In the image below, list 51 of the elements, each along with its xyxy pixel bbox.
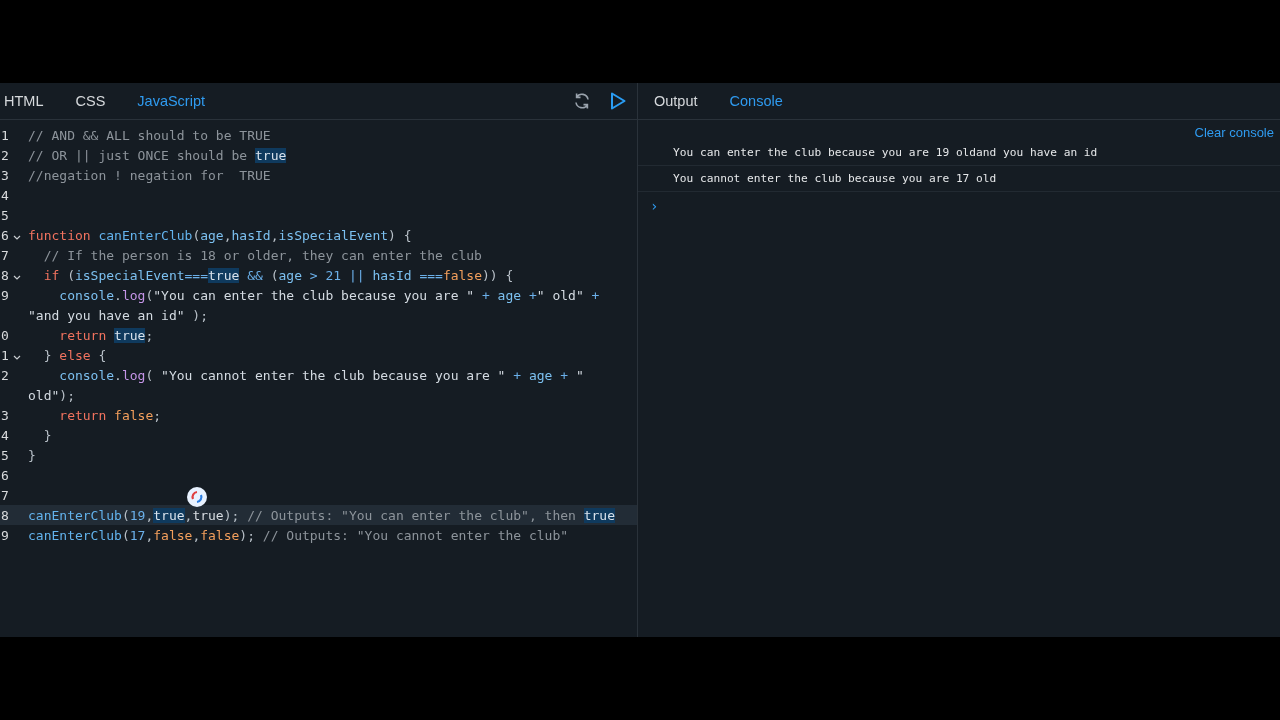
chevron-down-icon[interactable]	[13, 235, 21, 240]
line-number: 7	[0, 247, 10, 263]
code-line: return false;	[58, 407, 162, 423]
code-line: return true;	[58, 327, 154, 343]
line-number: 4	[0, 427, 10, 443]
line-number: 7	[0, 487, 10, 503]
chevron-down-icon[interactable]	[13, 355, 21, 360]
line-number: 8	[0, 507, 10, 523]
editor-tab[interactable]: JavaScript	[133, 93, 221, 109]
code-line: console.log("You can enter the club because you are " + age +" old" +	[58, 287, 600, 303]
line-number: 4	[0, 187, 10, 203]
code-line: } else {	[42, 347, 107, 363]
line-number: 1	[0, 347, 10, 363]
code-line: old");	[28, 387, 75, 403]
line-number: 3	[0, 407, 10, 423]
line-number: 9	[0, 287, 10, 303]
editor-tab[interactable]: HTML	[0, 93, 60, 109]
console-prompt[interactable]: ›	[650, 198, 659, 214]
line-number: 3	[0, 167, 10, 183]
line-number: 5	[0, 447, 10, 463]
console-message: You cannot enter the club because you are 17 old	[673, 172, 997, 185]
line-number: 1	[0, 127, 10, 143]
code-line: function canEnterClub(age,hasId,isSpecialEvent) {	[28, 227, 412, 243]
line-number: 5	[0, 207, 10, 223]
code-line: canEnterClub(19,true,true); // Outputs: "You can enter the club", then true	[28, 507, 616, 523]
code-line: canEnterClub(17,false,false); // Outputs: "You cannot enter the club"	[28, 527, 569, 543]
code-line: // If the person is 18 or older, they can enter the club	[42, 247, 482, 263]
preview-tab[interactable]: Console	[713, 93, 799, 109]
line-number: 2	[0, 367, 10, 383]
code-line: "and you have an id" );	[28, 307, 209, 323]
code-line: //negation ! negation for TRUE	[28, 167, 271, 183]
code-line: console.log( "You cannot enter the club because you are " + age + "	[58, 367, 584, 383]
editor-tab[interactable]: CSS	[71, 93, 122, 109]
clear-console-button[interactable]: Clear console	[1194, 125, 1274, 140]
line-number: 0	[0, 327, 10, 343]
code-line: }	[28, 447, 36, 463]
line-number: 2	[0, 147, 10, 163]
refresh-icon[interactable]	[572, 91, 592, 111]
code-line: }	[42, 427, 52, 443]
play-icon[interactable]	[610, 92, 626, 110]
line-number: 6	[0, 227, 10, 243]
line-number: 8	[0, 267, 10, 283]
preview-tab[interactable]: Output	[638, 93, 714, 109]
line-number: 9	[0, 527, 10, 543]
code-line: if (isSpecialEvent===true && (age > 21 || hasId ===false)) {	[42, 267, 514, 283]
chevron-down-icon[interactable]	[13, 275, 21, 280]
code-line: // AND && ALL should to be TRUE	[28, 127, 271, 143]
code-line: // OR || just ONCE should be true	[28, 147, 287, 163]
cursor-icon	[186, 486, 208, 508]
console-message: You can enter the club because you are 19 oldand you have an id	[673, 146, 1098, 159]
line-number: 6	[0, 467, 10, 483]
